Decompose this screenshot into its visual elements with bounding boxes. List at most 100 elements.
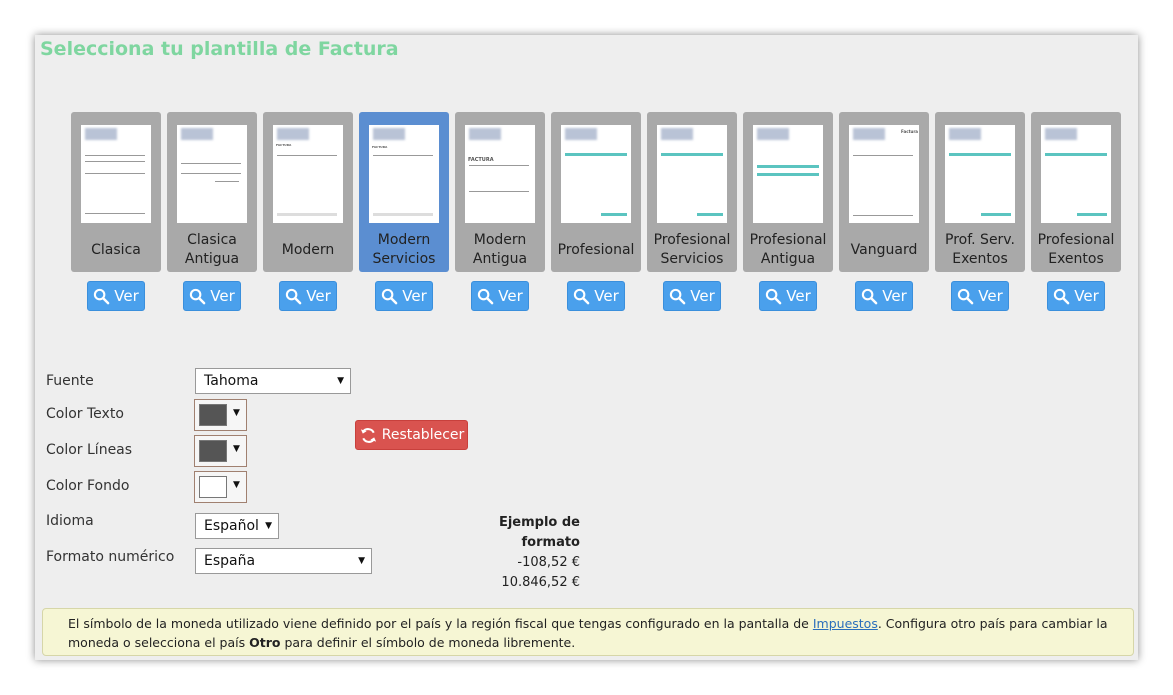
- template-name: Modern Antigua: [455, 228, 545, 272]
- line-color-picker[interactable]: ▼: [194, 435, 247, 467]
- number-format-select-value: España: [204, 553, 256, 569]
- view-button-label: Ver: [402, 287, 427, 305]
- number-format-select[interactable]: España ▼: [195, 548, 372, 574]
- view-button-profesional-servicios[interactable]: Ver: [663, 281, 721, 311]
- template-name: Profesional: [551, 228, 641, 272]
- line-color-label: Color Líneas: [46, 442, 133, 458]
- view-button-label: Ver: [114, 287, 139, 305]
- format-example-heading: Ejemplo de formato: [498, 515, 580, 550]
- taxes-link[interactable]: Impuestos: [813, 616, 878, 631]
- template-name: Profesional Servicios: [647, 228, 737, 272]
- template-name-text: Vanguard: [850, 241, 918, 258]
- template-card-modern-antigua[interactable]: FACTURA Modern Antigua: [455, 112, 545, 272]
- search-icon: [286, 288, 302, 304]
- bg-color-swatch: [199, 476, 227, 498]
- template-card-profesional-antigua[interactable]: Profesional Antigua: [743, 112, 833, 272]
- view-button-label: Ver: [786, 287, 811, 305]
- refresh-icon: [360, 427, 376, 443]
- template-card-profesional-exentos[interactable]: Profesional Exentos: [1031, 112, 1121, 272]
- template-name: Profesional Antigua: [743, 228, 833, 272]
- view-button-label: Ver: [882, 287, 907, 305]
- template-thumbnail: FACTURA: [465, 125, 535, 223]
- template-thumbnail: FACTURA: [369, 125, 439, 223]
- search-icon: [862, 288, 878, 304]
- notice-other-country: Otro: [249, 635, 281, 650]
- search-icon: [94, 288, 110, 304]
- template-thumbnail: [81, 125, 151, 223]
- template-thumbnail: Factura: [849, 125, 919, 223]
- bg-color-label: Color Fondo: [46, 478, 130, 494]
- template-card-modern-servicios[interactable]: FACTURA Modern Servicios: [359, 112, 449, 272]
- template-thumbnail: [945, 125, 1015, 223]
- format-example-negative: -108,52 €: [517, 555, 580, 570]
- language-select[interactable]: Español ▼: [195, 513, 279, 539]
- template-name-text: Profesional Antigua: [749, 232, 827, 267]
- text-color-swatch: [199, 404, 227, 426]
- view-button-label: Ver: [594, 287, 619, 305]
- template-name-text: Modern Servicios: [372, 232, 436, 267]
- caret-down-icon: ▼: [233, 480, 240, 490]
- template-thumbnail: [753, 125, 823, 223]
- template-thumbnail: FACTURA: [273, 125, 343, 223]
- language-select-value: Español: [204, 518, 259, 534]
- search-icon: [766, 288, 782, 304]
- view-button-prof-serv-exentos[interactable]: Ver: [951, 281, 1009, 311]
- text-color-picker[interactable]: ▼: [194, 399, 247, 431]
- template-name: Clasica Antigua: [167, 228, 257, 272]
- caret-down-icon: ▼: [233, 408, 240, 418]
- view-button-profesional-exentos[interactable]: Ver: [1047, 281, 1105, 311]
- template-card-profesional[interactable]: Profesional: [551, 112, 641, 272]
- view-button-profesional-antigua[interactable]: Ver: [759, 281, 817, 311]
- thumb-factura-text: FACTURA: [372, 145, 388, 149]
- search-icon: [958, 288, 974, 304]
- search-icon: [670, 288, 686, 304]
- template-card-clasica-antigua[interactable]: Clasica Antigua: [167, 112, 257, 272]
- view-button-label: Ver: [498, 287, 523, 305]
- template-card-prof-serv-exentos[interactable]: Prof. Serv. Exentos: [935, 112, 1025, 272]
- template-thumbnail: [561, 125, 631, 223]
- template-thumbnail: [177, 125, 247, 223]
- template-name-text: Modern: [281, 241, 335, 258]
- bg-color-picker[interactable]: ▼: [194, 471, 247, 503]
- thumb-factura-text: Factura: [901, 129, 918, 134]
- template-name-text: Profesional Exentos: [1037, 232, 1115, 267]
- view-button-label: Ver: [306, 287, 331, 305]
- template-thumbnail: [1041, 125, 1111, 223]
- template-card-modern[interactable]: FACTURA Modern: [263, 112, 353, 272]
- view-button-label: Ver: [690, 287, 715, 305]
- notice-text-1: El símbolo de la moneda utilizado viene …: [68, 616, 813, 631]
- view-button-vanguard[interactable]: Ver: [855, 281, 913, 311]
- template-card-vanguard[interactable]: Factura Vanguard: [839, 112, 929, 272]
- template-card-profesional-servicios[interactable]: Profesional Servicios: [647, 112, 737, 272]
- view-button-clasica-antigua[interactable]: Ver: [183, 281, 241, 311]
- search-icon: [574, 288, 590, 304]
- template-name-text: Profesional: [557, 241, 635, 258]
- search-icon: [1054, 288, 1070, 304]
- view-button-label: Ver: [978, 287, 1003, 305]
- template-name-text: Clasica: [91, 241, 141, 258]
- currency-notice: El símbolo de la moneda utilizado viene …: [42, 608, 1134, 656]
- language-label: Idioma: [46, 513, 94, 529]
- view-button-clasica[interactable]: Ver: [87, 281, 145, 311]
- reset-button[interactable]: Restablecer: [355, 420, 468, 450]
- notice-text-3: para definir el símbolo de moneda librem…: [280, 635, 576, 650]
- format-example: Ejemplo de formato -108,52 € 10.846,52 €: [440, 513, 580, 593]
- caret-down-icon: ▼: [233, 444, 240, 454]
- template-name: Profesional Exentos: [1031, 228, 1121, 272]
- template-name: Prof. Serv. Exentos: [935, 228, 1025, 272]
- thumb-factura-text: FACTURA: [276, 143, 292, 147]
- template-name-text: Profesional Servicios: [653, 232, 731, 267]
- font-select[interactable]: Tahoma ▼: [195, 368, 351, 394]
- font-label: Fuente: [46, 373, 94, 389]
- template-card-clasica[interactable]: Clasica: [71, 112, 161, 272]
- template-name-text: Clasica Antigua: [184, 232, 240, 267]
- view-button-modern-antigua[interactable]: Ver: [471, 281, 529, 311]
- view-button-modern[interactable]: Ver: [279, 281, 337, 311]
- view-button-modern-servicios[interactable]: Ver: [375, 281, 433, 311]
- template-name: Clasica: [71, 228, 161, 272]
- view-button-profesional[interactable]: Ver: [567, 281, 625, 311]
- search-icon: [382, 288, 398, 304]
- search-icon: [478, 288, 494, 304]
- caret-down-icon: ▼: [265, 521, 272, 531]
- reset-button-label: Restablecer: [381, 427, 465, 443]
